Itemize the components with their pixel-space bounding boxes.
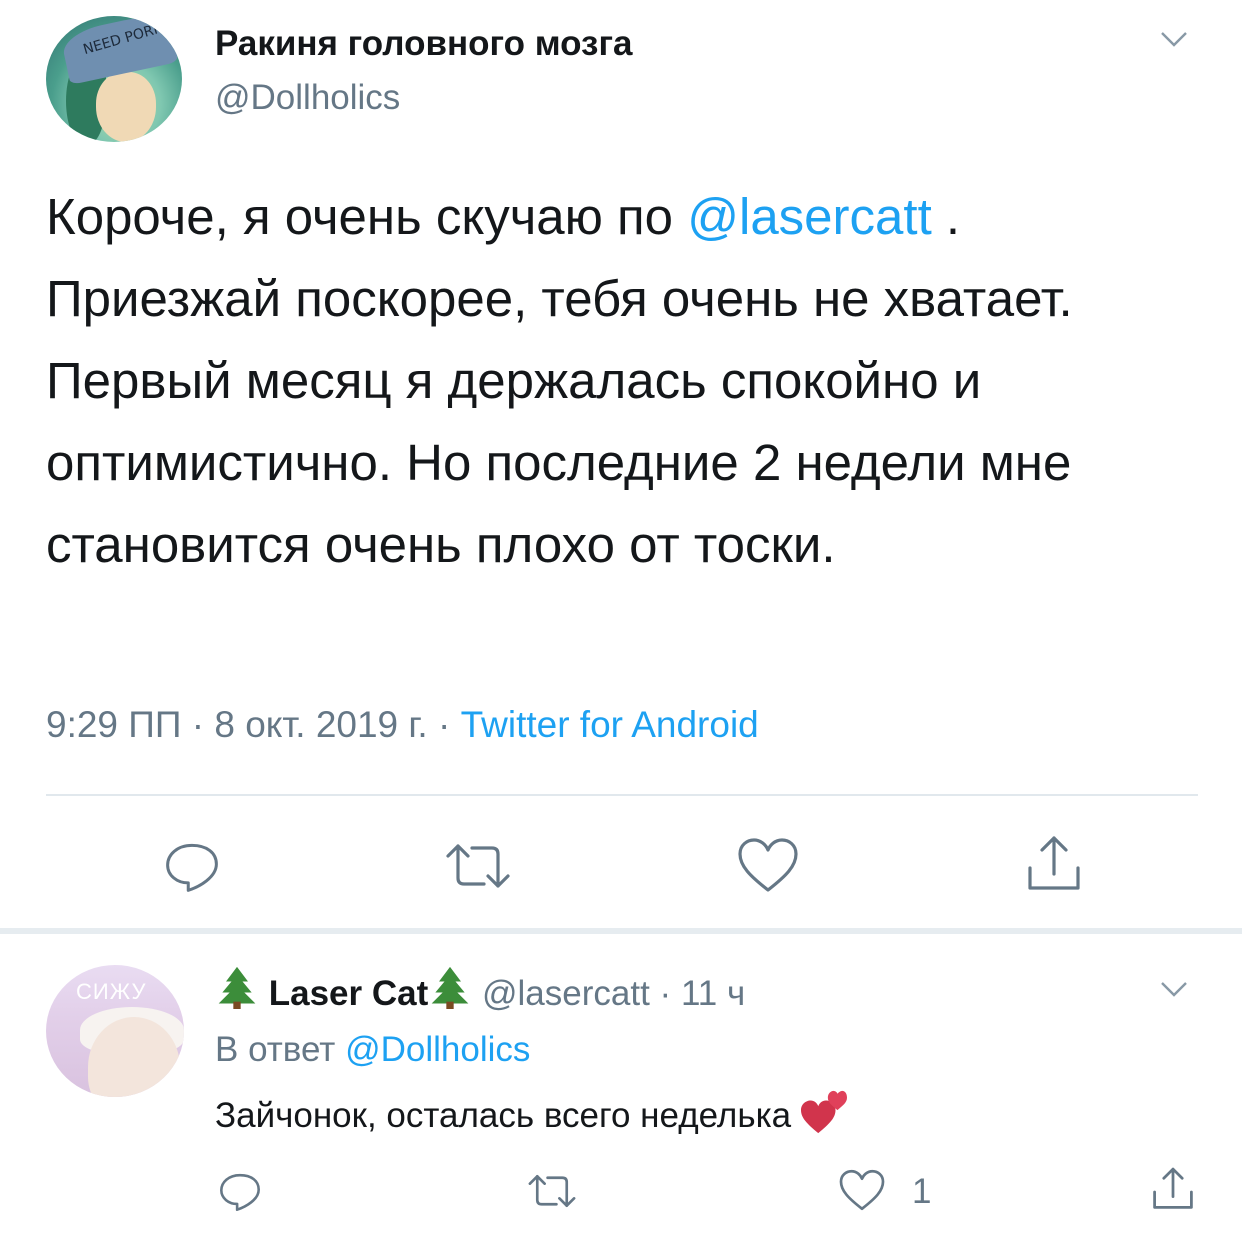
chevron-down-icon[interactable] — [1160, 30, 1188, 48]
tweet-source-link[interactable]: Twitter for Android — [461, 704, 759, 745]
author-display-name[interactable]: Ракиня головного мозга — [215, 22, 633, 66]
chevron-down-icon[interactable] — [1160, 980, 1188, 998]
meta-separator: · — [659, 974, 672, 1013]
like-count: 1 — [912, 1172, 932, 1211]
reply-icon[interactable] — [216, 1168, 264, 1214]
tweet-date: 8 окт. 2019 г. — [214, 704, 428, 745]
reply-author-avatar[interactable]: СИЖУ — [46, 965, 184, 1097]
in-reply-prefix: В ответ — [215, 1030, 336, 1069]
share-icon[interactable] — [1024, 832, 1084, 896]
reply-handle[interactable]: @lasercatt — [482, 974, 650, 1013]
tree-emoji-icon — [215, 965, 259, 1022]
author-handle[interactable]: @Dollholics — [215, 76, 400, 120]
reply-age: 11 ч — [680, 974, 746, 1013]
tweet-time: 9:29 ПП — [46, 704, 182, 745]
reply-text-content: Зайчонок, осталась всего неделька — [215, 1096, 792, 1135]
divider — [46, 794, 1198, 796]
in-reply-to: В ответ @Dollholics — [215, 1026, 530, 1074]
in-reply-mention[interactable]: @Dollholics — [345, 1030, 530, 1069]
like-icon[interactable] — [736, 836, 800, 894]
author-avatar[interactable]: NEED PORN — [46, 16, 182, 142]
section-separator — [0, 928, 1242, 934]
mention-link[interactable]: @lasercatt — [687, 188, 932, 245]
reply-icon[interactable] — [160, 836, 224, 896]
reply-display-name[interactable]: Laser Cat — [269, 974, 429, 1013]
tree-emoji-icon — [428, 965, 472, 1022]
share-icon[interactable] — [1150, 1164, 1196, 1214]
like-icon[interactable] — [838, 1168, 886, 1212]
tweet-text-part: Короче, я очень скучаю по — [46, 188, 688, 245]
tweet-text-part: . Приезжай поскорее, тебя очень не хвата… — [46, 188, 1073, 573]
retweet-icon[interactable] — [440, 838, 516, 894]
reply-text: Зайчонок, осталась всего неделька — [215, 1089, 849, 1148]
tweet-meta: 9:29 ПП · 8 окт. 2019 г. · Twitter for A… — [46, 701, 759, 749]
meta-separator: · — [191, 704, 205, 745]
tweet-text: Короче, я очень скучаю по @lasercatt . П… — [46, 176, 1206, 586]
retweet-icon[interactable] — [524, 1170, 580, 1212]
two-hearts-icon — [799, 1089, 849, 1148]
meta-separator: · — [437, 704, 451, 745]
reply-header: Laser Cat @lasercatt · 11 ч — [215, 965, 745, 1022]
avatar-caption: СИЖУ — [76, 979, 147, 1004]
